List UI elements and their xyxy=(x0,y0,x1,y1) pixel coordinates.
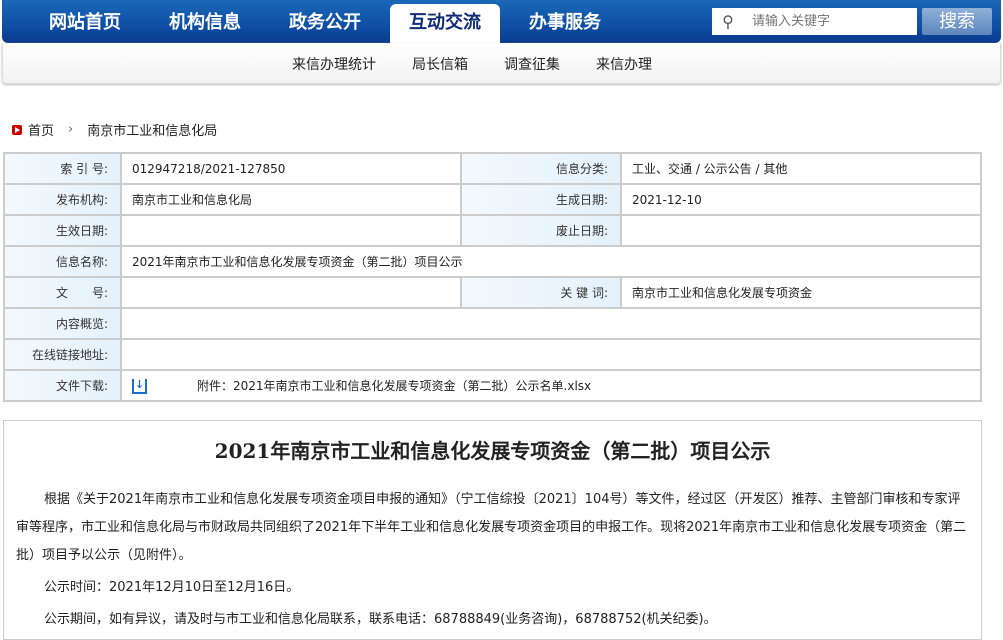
keywords-label: 关 键 词: xyxy=(460,276,622,309)
article-paragraph: 公示期间，如有异议，请及时与市工业和信息化局联系，联系电话：68788849(业… xyxy=(44,612,717,627)
category-label: 信息分类: xyxy=(460,152,622,185)
article: 2021年南京市工业和信息化发展专项资金（第二批）项目公示 根据《关于2021年… xyxy=(3,420,982,640)
home-icon xyxy=(12,124,22,135)
abolished-value xyxy=(620,214,982,247)
metadata-table: 索 引 号: 012947218/2021-127850 信息分类: 工业、交通 / … xyxy=(3,152,982,402)
link-label: 在线链接地址: xyxy=(3,338,122,371)
breadcrumb-home[interactable]: 首页 xyxy=(28,120,54,139)
subnav-letter-handling[interactable]: 来信办理 xyxy=(596,54,652,74)
breadcrumb-current[interactable]: 南京市工业和信息化局 xyxy=(87,120,217,139)
download-icon[interactable]: ↓ xyxy=(132,379,147,394)
sub-nav: 来信办理统计 局长信箱 调查征集 来信办理 xyxy=(2,43,1001,84)
publisher-value: 南京市工业和信息化局 xyxy=(120,183,462,216)
attachment-link[interactable]: 附件：2021年南京市工业和信息化发展专项资金（第二批）公示名单.xlsx xyxy=(197,379,591,393)
article-paragraph: 根据《关于2021年南京市工业和信息化发展专项资金项目申报的通知》（宁工信综投〔… xyxy=(16,492,967,563)
table-row: 在线链接地址: xyxy=(3,338,982,371)
docno-value xyxy=(120,276,462,309)
search-box: ⚲ xyxy=(712,8,917,35)
article-title: 2021年南京市工业和信息化发展专项资金（第二批）项目公示 xyxy=(214,439,771,463)
subnav-survey[interactable]: 调查征集 xyxy=(504,54,560,74)
article-paragraph: 公示时间：2021年12月10日至12月16日。 xyxy=(44,580,300,595)
created-label: 生成日期: xyxy=(460,183,622,216)
breadcrumb-separator: › xyxy=(68,122,74,137)
breadcrumb: 首页 › 南京市工业和信息化局 xyxy=(12,120,217,139)
search-input[interactable] xyxy=(752,14,912,29)
tab-organization[interactable]: 机构信息 xyxy=(150,4,260,43)
tab-home[interactable]: 网站首页 xyxy=(30,4,140,43)
category-value: 工业、交通 / 公示公告 / 其他 xyxy=(620,152,982,185)
publisher-label: 发布机构: xyxy=(3,183,122,216)
top-nav: 网站首页 机构信息 政务公开 互动交流 办事服务 ⚲ 搜索 xyxy=(2,0,1001,43)
index-value: 012947218/2021-127850 xyxy=(120,152,462,185)
table-row: 索 引 号: 012947218/2021-127850 信息分类: 工业、交通 / … xyxy=(3,152,982,185)
docno-label: 文 号: xyxy=(3,276,122,309)
table-row: 文件下载: ↓ 附件：2021年南京市工业和信息化发展专项资金（第二批）公示名单.x… xyxy=(3,369,982,402)
search-icon: ⚲ xyxy=(722,12,734,31)
tab-government-affairs[interactable]: 政务公开 xyxy=(270,4,380,43)
table-row: 内容概览: xyxy=(3,307,982,340)
table-row: 信息名称: 2021年南京市工业和信息化发展专项资金（第二批）项目公示 xyxy=(3,245,982,278)
effective-value xyxy=(120,214,462,247)
created-value: 2021-12-10 xyxy=(620,183,982,216)
effective-label: 生效日期: xyxy=(3,214,122,247)
table-row: 生效日期: 废止日期: xyxy=(3,214,982,247)
subnav-letter-stats[interactable]: 来信办理统计 xyxy=(292,54,376,74)
tab-interaction[interactable]: 互动交流 xyxy=(390,4,500,43)
tab-services[interactable]: 办事服务 xyxy=(510,4,620,43)
table-row: 文 号: 关 键 词: 南京市工业和信息化发展专项资金 xyxy=(3,276,982,309)
name-value: 2021年南京市工业和信息化发展专项资金（第二批）项目公示 xyxy=(120,245,982,278)
link-value xyxy=(120,338,982,371)
search-button[interactable]: 搜索 xyxy=(922,8,992,35)
summary-value xyxy=(120,307,982,340)
name-label: 信息名称: xyxy=(3,245,122,278)
subnav-director-mailbox[interactable]: 局长信箱 xyxy=(412,54,468,74)
table-row: 发布机构: 南京市工业和信息化局 生成日期: 2021-12-10 xyxy=(3,183,982,216)
index-label: 索 引 号: xyxy=(3,152,122,185)
keywords-value: 南京市工业和信息化发展专项资金 xyxy=(620,276,982,309)
download-label: 文件下载: xyxy=(3,369,122,402)
download-cell: ↓ 附件：2021年南京市工业和信息化发展专项资金（第二批）公示名单.xlsx xyxy=(120,369,982,402)
summary-label: 内容概览: xyxy=(3,307,122,340)
abolished-label: 废止日期: xyxy=(460,214,622,247)
